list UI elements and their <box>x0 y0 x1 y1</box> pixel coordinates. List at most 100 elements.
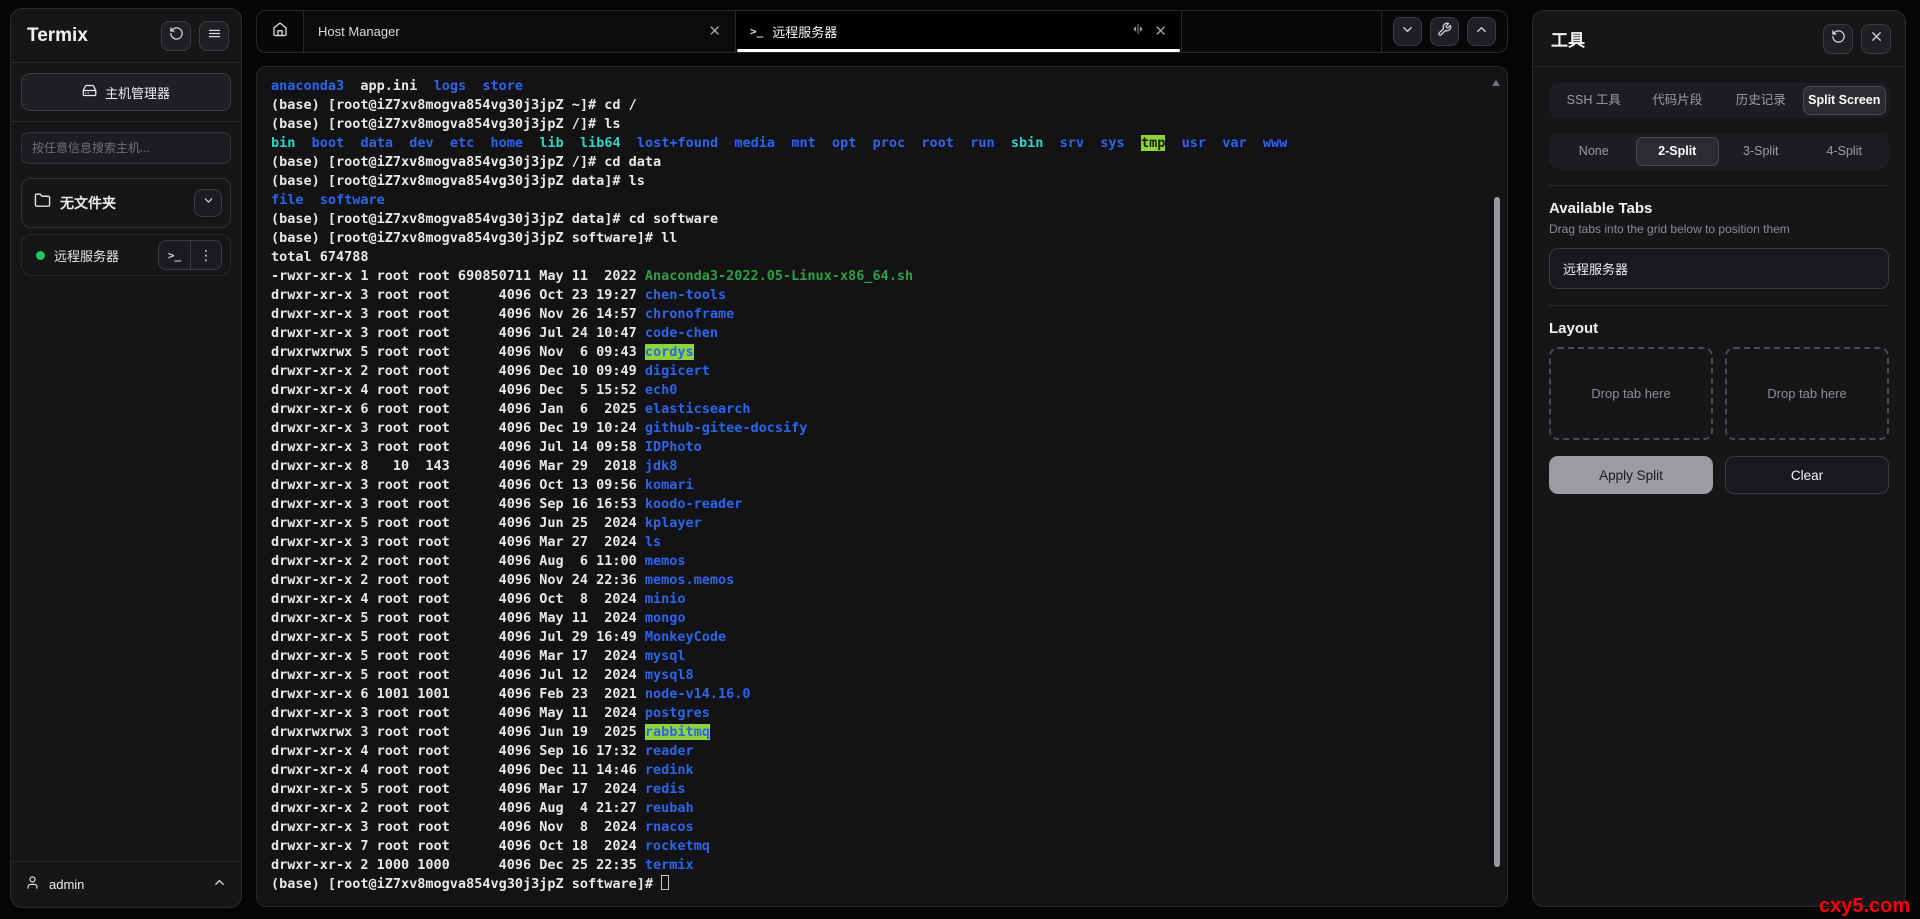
terminal-line: (base) [root@iZ7xv8mogva854vg30j3jpZ sof… <box>271 229 1493 248</box>
terminal-line: (base) [root@iZ7xv8mogva854vg30j3jpZ dat… <box>271 172 1493 191</box>
chevron-up-icon <box>212 875 227 895</box>
hard-drive-icon <box>82 83 97 101</box>
terminal-line: drwxr-xr-x 5 root root 4096 Jul 29 16:49… <box>271 628 1493 647</box>
terminal-line: drwxr-xr-x 7 root root 4096 Oct 18 2024 … <box>271 837 1493 856</box>
tools-title: 工具 <box>1551 26 1815 51</box>
tab-bar-spacer <box>1182 11 1381 52</box>
tab-bar-actions <box>1381 11 1507 52</box>
terminal-line: drwxr-xr-x 5 root root 4096 Mar 17 2024 … <box>271 647 1493 666</box>
refresh-button[interactable] <box>161 21 191 51</box>
open-terminal-button[interactable]: >_ <box>159 241 190 269</box>
terminal-line: drwxr-xr-x 5 root root 4096 Jun 25 2024 … <box>271 514 1493 533</box>
split-option-3-split[interactable]: 3-Split <box>1719 137 1803 166</box>
divider <box>1549 305 1889 306</box>
wrench-icon <box>1437 22 1452 42</box>
terminal-line: drwxr-xr-x 2 root root 4096 Dec 10 09:49… <box>271 362 1493 381</box>
host-menu-button[interactable]: ⋮ <box>190 241 221 269</box>
terminal-line: drwxr-xr-x 3 root root 4096 Jul 14 09:58… <box>271 438 1493 457</box>
collapse-button[interactable] <box>1393 17 1422 46</box>
hamburger-icon <box>207 26 222 46</box>
username: admin <box>49 877 203 892</box>
terminal-line: bin boot data dev etc home lib lib64 los… <box>271 134 1493 153</box>
split-option-2-split[interactable]: 2-Split <box>1636 137 1720 166</box>
tools-close-button[interactable] <box>1861 24 1891 54</box>
sidebar: Termix 主机管理器 无文件夹 远程服务器 >_ ⋮ admin <box>10 8 242 908</box>
tools-panel: 工具 SSH 工具代码片段历史记录Split Screen None2-Spli… <box>1532 10 1906 907</box>
apply-split-button[interactable]: Apply Split <box>1549 456 1713 494</box>
host-manager-label: 主机管理器 <box>105 83 170 102</box>
chevron-down-icon <box>202 194 215 212</box>
tab-bar: Host Manager ✕ >_ 远程服务器 ✕ <box>256 10 1508 53</box>
menu-button[interactable] <box>199 21 229 51</box>
available-tabs-hint: Drag tabs into the grid below to positio… <box>1549 222 1889 236</box>
sidebar-header: Termix <box>11 9 241 63</box>
terminal-line: file software <box>271 191 1493 210</box>
terminal-line: drwxr-xr-x 6 1001 1001 4096 Feb 23 2021 … <box>271 685 1493 704</box>
terminal-line: (base) [root@iZ7xv8mogva854vg30j3jpZ /]#… <box>271 153 1493 172</box>
terminal-line: drwxr-xr-x 3 root root 4096 May 11 2024 … <box>271 704 1493 723</box>
terminal-line: total 674788 <box>271 248 1493 267</box>
chevron-up-icon <box>1474 22 1489 42</box>
tab-label: 远程服务器 <box>772 22 1122 41</box>
folder-header[interactable]: 无文件夹 <box>21 178 231 228</box>
terminal-line: drwxr-xr-x 5 root root 4096 Mar 17 2024 … <box>271 780 1493 799</box>
terminal-line: drwxr-xr-x 8 10 143 4096 Mar 29 2018 jdk… <box>271 457 1493 476</box>
split-options: None2-Split3-Split4-Split <box>1549 134 1889 169</box>
divider <box>1549 185 1889 186</box>
refresh-icon <box>169 26 184 46</box>
refresh-icon <box>1831 29 1846 49</box>
terminal-line: (base) [root@iZ7xv8mogva854vg30j3jpZ /]#… <box>271 115 1493 134</box>
terminal-line: drwxr-xr-x 3 root root 4096 Nov 8 2024 r… <box>271 818 1493 837</box>
terminal-line: drwxr-xr-x 3 root root 4096 Sep 16 16:53… <box>271 495 1493 514</box>
terminal-line: drwxr-xr-x 4 root root 4096 Dec 5 15:52 … <box>271 381 1493 400</box>
terminal-line: (base) [root@iZ7xv8mogva854vg30j3jpZ ~]#… <box>271 96 1493 115</box>
split-view-icon[interactable] <box>1131 22 1145 41</box>
home-tab-button[interactable] <box>257 11 304 52</box>
terminal-line: drwxr-xr-x 3 root root 4096 Dec 19 10:24… <box>271 419 1493 438</box>
folder-label: 无文件夹 <box>60 193 185 213</box>
search-input[interactable] <box>21 132 231 164</box>
terminal-line: drwxr-xr-x 3 root root 4096 Nov 26 14:57… <box>271 305 1493 324</box>
split-option-4-split[interactable]: 4-Split <box>1803 137 1887 166</box>
terminal-line: drwxr-xr-x 4 root root 4096 Oct 8 2024 m… <box>271 590 1493 609</box>
sidebar-item-remote-server[interactable]: 远程服务器 >_ ⋮ <box>21 234 231 276</box>
tab-remote-server[interactable]: >_ 远程服务器 ✕ <box>736 11 1182 52</box>
tools-toggle-button[interactable] <box>1430 17 1459 46</box>
scroll-up-arrow[interactable] <box>1492 80 1500 86</box>
watermark: cxy5.com <box>1819 895 1910 918</box>
tools-tab-ssh-[interactable]: SSH 工具 <box>1552 86 1636 115</box>
host-manager-button[interactable]: 主机管理器 <box>21 73 231 111</box>
draggable-tab-chip[interactable]: 远程服务器 <box>1549 248 1889 289</box>
tools-tab-split-screen[interactable]: Split Screen <box>1803 86 1887 115</box>
terminal-output: anaconda3 app.ini logs store(base) [root… <box>271 77 1493 894</box>
terminal-window[interactable]: anaconda3 app.ini logs store(base) [root… <box>256 66 1508 907</box>
terminal-scrollbar[interactable] <box>1494 197 1500 867</box>
clear-button[interactable]: Clear <box>1725 456 1889 494</box>
expand-button[interactable] <box>1467 17 1496 46</box>
terminal-line: drwxr-xr-x 2 root root 4096 Nov 24 22:36… <box>271 571 1493 590</box>
kebab-icon: ⋮ <box>199 247 213 264</box>
close-icon[interactable]: ✕ <box>708 24 721 39</box>
terminal-line: drwxr-xr-x 4 root root 4096 Sep 16 17:32… <box>271 742 1493 761</box>
tools-refresh-button[interactable] <box>1823 24 1853 54</box>
tools-body: SSH 工具代码片段历史记录Split Screen None2-Split3-… <box>1533 67 1905 510</box>
split-option-none[interactable]: None <box>1552 137 1636 166</box>
close-icon[interactable]: ✕ <box>1154 24 1167 39</box>
terminal-line: drwxr-xr-x 3 root root 4096 Oct 13 09:56… <box>271 476 1493 495</box>
host-manager-section: 主机管理器 <box>11 63 241 122</box>
search-section <box>11 122 241 176</box>
host-name: 远程服务器 <box>54 246 149 265</box>
tools-header: 工具 <box>1533 11 1905 67</box>
terminal-line: -rwxr-xr-x 1 root root 690850711 May 11 … <box>271 267 1493 286</box>
host-actions: >_ ⋮ <box>158 240 222 270</box>
user-menu[interactable]: admin <box>11 861 241 907</box>
tools-tab--[interactable]: 历史记录 <box>1719 86 1803 115</box>
tools-tab--[interactable]: 代码片段 <box>1636 86 1720 115</box>
drop-zone[interactable]: Drop tab here <box>1549 347 1713 440</box>
terminal-line: drwxr-xr-x 2 root root 4096 Aug 6 11:00 … <box>271 552 1493 571</box>
folder-collapse-button[interactable] <box>194 189 222 217</box>
tab-host-manager[interactable]: Host Manager ✕ <box>304 11 736 52</box>
terminal-line: drwxr-xr-x 6 root root 4096 Jan 6 2025 e… <box>271 400 1493 419</box>
drop-zone[interactable]: Drop tab here <box>1725 347 1889 440</box>
terminal-line: (base) [root@iZ7xv8mogva854vg30j3jpZ dat… <box>271 210 1493 229</box>
